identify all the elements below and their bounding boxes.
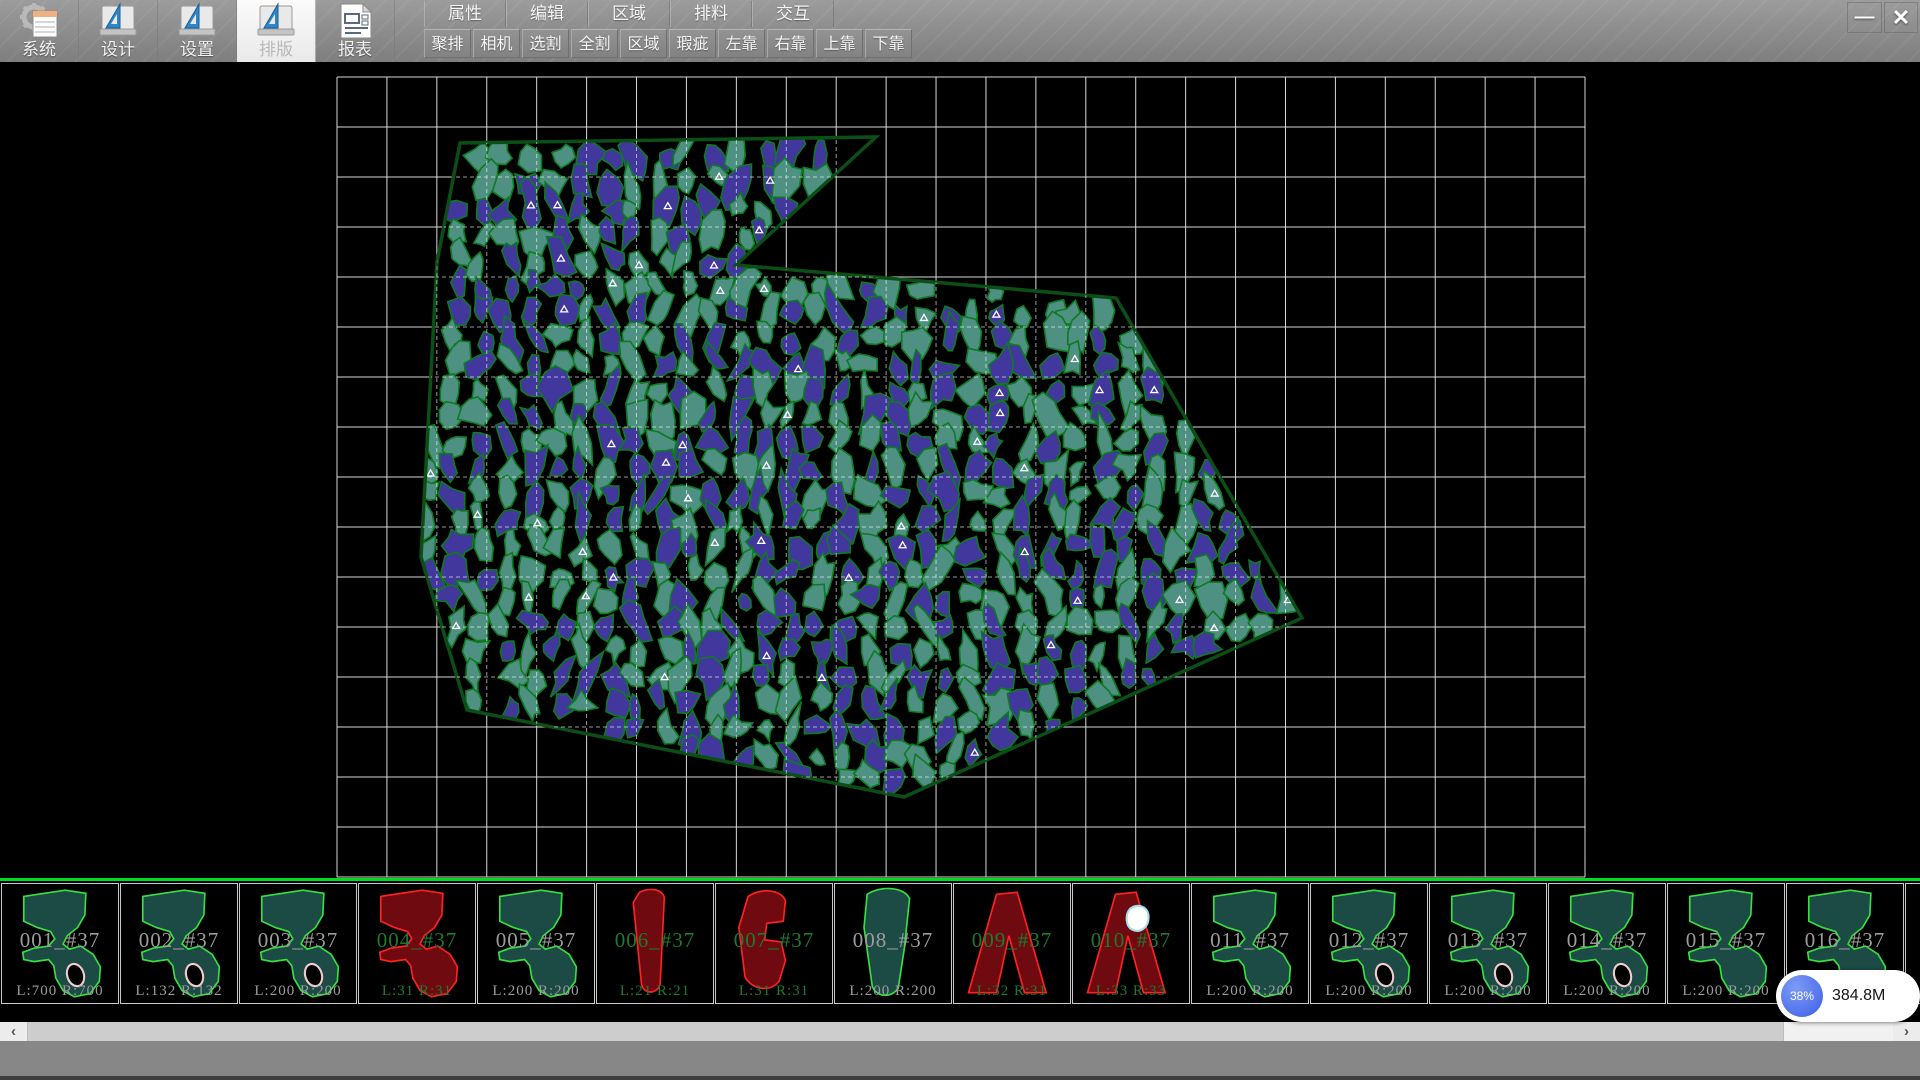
nesting-ruler-icon [254,2,298,40]
piece-id-label: 009_#37 [954,928,1070,953]
sheet-icon [33,11,57,37]
settings-ruler-icon [175,2,219,40]
filmstrip-scrollbar[interactable]: ‹ › [0,1022,1920,1041]
piece-thumbnail-009_#37[interactable]: 009_#37 L:32 R:31 [953,883,1071,1004]
toolbar-button-label: 设置 [180,40,214,60]
piece-id-label: 006_#37 [597,928,713,953]
piece-thumbnail-005_#37[interactable]: 005_#37 L:200 R:200 [477,883,595,1004]
minimize-button[interactable]: — [1847,2,1882,33]
piece-lr-label: L:21 R:21 [597,983,713,1000]
report-doc-icon [333,2,377,40]
piece-thumbnail-010_#37[interactable]: 010_#37 L:33 R:33 [1072,883,1190,1004]
toolbar-button-label: 系统 [22,40,56,60]
menu-item-2[interactable]: 编辑 [506,1,588,27]
percent-indicator: 38% [1781,975,1823,1017]
piece-id-label: 007_#37 [716,928,832,953]
status-bar [0,1041,1920,1080]
memory-value: 384.8M [1832,987,1885,1005]
piece-id-label: 008_#37 [835,928,951,953]
toolbar-button-label: 排版 [259,40,293,60]
piece-lr-label: L:200 R:200 [478,983,594,1000]
piece-lr-label: L:32 R:31 [954,983,1070,1000]
menu-item-4[interactable]: 排料 [670,1,752,27]
piece-thumbnail-001_#37[interactable]: 001_#37 L:700 R:700 [1,883,119,1004]
piece-id-label: 004_#37 [359,928,475,953]
scroll-right-arrow-icon[interactable]: › [1893,1022,1920,1041]
toolbar-button-1[interactable]: 系统 [0,0,79,62]
piece-id-label: 016_#37 [1787,928,1903,953]
toolbar-button-5[interactable]: 报表 [316,0,395,62]
tool-button-2[interactable]: 相机 [473,29,520,58]
piece-id-label: 013_#37 [1430,928,1546,953]
piece-id-label: 003_#37 [240,928,356,953]
piece-id-label: 014_#37 [1549,928,1665,953]
piece-lr-label: L:200 R:200 [835,983,951,1000]
toolbar-button-4[interactable]: 排版 [237,0,316,62]
scrollbar-thumb[interactable] [27,1022,1784,1041]
piece-id-label: 015_#37 [1668,928,1784,953]
piece-thumbnail-007_#37[interactable]: 007_#37 L:31 R:31 [715,883,833,1004]
piece-thumbnail-011_#37[interactable]: 011_#37 L:200 R:200 [1191,883,1309,1004]
tool-button-4[interactable]: 全割 [571,29,618,58]
piece-lr-label: L:31 R:31 [359,983,475,1000]
piece-lr-label: L:200 R:200 [1430,983,1546,1000]
close-button[interactable]: ✕ [1884,2,1918,33]
piece-thumbnail-003_#37[interactable]: 003_#37 L:200 R:200 [239,883,357,1004]
piece-thumbnail-006_#37[interactable]: 006_#37 L:21 R:21 [596,883,714,1004]
piece-filmstrip: 001_#37L:700 R:700002_#37L:132 R:132003_… [0,878,1920,1022]
piece-thumbnail-015_#37[interactable]: 015_#37 L:200 R:200 [1667,883,1785,1004]
piece-thumbnail-008_#37[interactable]: 008_#37 L:200 R:200 [834,883,952,1004]
system-gear-icon [17,2,61,40]
tool-button-7[interactable]: 左靠 [718,29,765,58]
piece-id-label: 017_#37 [1906,928,1920,953]
toolbar-button-label: 报表 [338,40,372,60]
piece-lr-label: L:700 R:700 [2,983,118,1000]
menu-item-5[interactable]: 交互 [752,1,834,27]
piece-thumbnail-012_#37[interactable]: 012_#37 L:200 R:200 [1310,883,1428,1004]
tool-button-5[interactable]: 区域 [620,29,667,58]
filmstrip-accent-line [0,878,1920,881]
piece-thumbnail-004_#37[interactable]: 004_#37 L:31 R:31 [358,883,476,1004]
tool-button-10[interactable]: 下靠 [865,29,912,58]
piece-id-label: 002_#37 [121,928,237,953]
design-ruler-icon [96,2,140,40]
memory-usage-badge: 38% 384.8M [1776,970,1920,1022]
toolbar-button-3[interactable]: 设置 [158,0,237,62]
tool-button-9[interactable]: 上靠 [816,29,863,58]
piece-lr-label: L:200 R:200 [1311,983,1427,1000]
piece-lr-label: L:200 R:200 [1549,983,1665,1000]
piece-lr-label: L:132 R:132 [121,983,237,1000]
main-toolbar: 系统设计设置排版报表 属性编辑区域排料交互 聚排相机选割全割区域瑕疵左靠右靠上靠… [0,0,1920,62]
piece-thumbnail-014_#37[interactable]: 014_#37 L:200 R:200 [1548,883,1666,1004]
piece-lr-label: L:200 R:200 [1668,983,1784,1000]
piece-thumbnail-002_#37[interactable]: 002_#37 L:132 R:132 [120,883,238,1004]
piece-id-label: 012_#37 [1311,928,1427,953]
piece-lr-label: L:200 R:200 [240,983,356,1000]
tool-button-row: 聚排相机选割全割区域瑕疵左靠右靠上靠下靠 [424,29,912,59]
tool-button-3[interactable]: 选割 [522,29,569,58]
menu-bar: 属性编辑区域排料交互 [424,1,834,28]
scroll-left-arrow-icon[interactable]: ‹ [0,1022,27,1041]
toolbar-button-2[interactable]: 设计 [79,0,158,62]
piece-id-label: 001_#37 [2,928,118,953]
menu-item-3[interactable]: 区域 [588,1,670,27]
piece-lr-label: L:200 R:200 [1192,983,1308,1000]
tool-button-8[interactable]: 右靠 [767,29,814,58]
tool-button-1[interactable]: 聚排 [424,29,471,58]
piece-id-label: 010_#37 [1073,928,1189,953]
piece-id-label: 005_#37 [478,928,594,953]
piece-lr-label: L:33 R:33 [1073,983,1189,1000]
tool-button-6[interactable]: 瑕疵 [669,29,716,58]
nesting-canvas[interactable] [0,62,1920,878]
piece-lr-label: L:31 R:31 [716,983,832,1000]
menu-item-1[interactable]: 属性 [424,1,506,27]
piece-thumbnail-013_#37[interactable]: 013_#37 L:200 R:200 [1429,883,1547,1004]
toolbar-button-label: 设计 [101,40,135,60]
piece-id-label: 011_#37 [1192,928,1308,953]
